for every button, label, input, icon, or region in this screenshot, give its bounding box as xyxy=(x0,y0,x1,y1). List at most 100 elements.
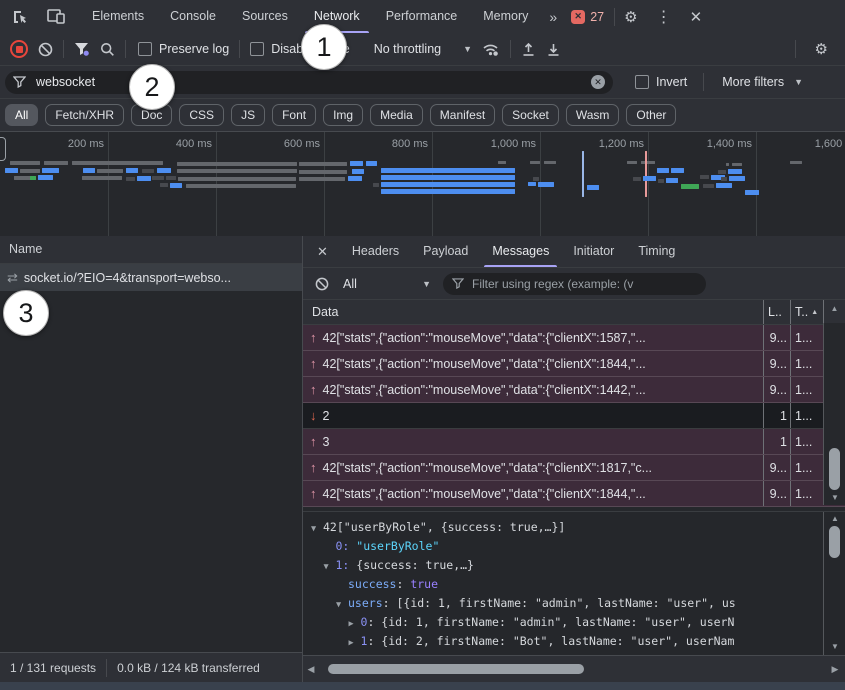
message-row[interactable]: ↑42["stats",{"action":"mouseMove","data"… xyxy=(303,325,845,351)
chip-js[interactable]: JS xyxy=(231,104,265,126)
clear-network-log-icon[interactable] xyxy=(38,42,53,57)
request-row-socketio[interactable]: ⇄ socket.io/?EIO=4&transport=webso... xyxy=(0,264,302,291)
tab-elements[interactable]: Elements xyxy=(79,0,157,33)
kebab-menu-icon[interactable]: ⋮ xyxy=(647,7,681,27)
invert-checkbox[interactable]: Invert xyxy=(635,75,687,89)
network-settings-gear-icon[interactable]: ⚙ xyxy=(806,40,837,58)
chip-media[interactable]: Media xyxy=(370,104,423,126)
tree-line[interactable]: 0: "userByRole" xyxy=(303,537,845,556)
export-har-icon[interactable] xyxy=(546,42,561,57)
tree-line[interactable]: ▶0: {id: 1, firstName: "admin", lastName… xyxy=(303,613,845,632)
messages-vertical-scrollbar[interactable]: ▼ xyxy=(823,323,845,505)
chip-manifest[interactable]: Manifest xyxy=(430,104,495,126)
import-har-icon[interactable] xyxy=(521,42,536,57)
clear-messages-icon[interactable] xyxy=(315,277,329,291)
tab-memory[interactable]: Memory xyxy=(470,0,541,33)
tree-vertical-scrollbar[interactable]: ▲ ▼ xyxy=(823,512,845,656)
inspect-element-icon[interactable] xyxy=(12,9,29,25)
message-row[interactable]: ↑42["stats",{"action":"mouseMove","data"… xyxy=(303,377,845,403)
close-details-icon[interactable]: ✕ xyxy=(303,244,340,260)
chip-img[interactable]: Img xyxy=(323,104,363,126)
message-filter-pill[interactable] xyxy=(443,273,706,295)
close-devtools-icon[interactable]: ✕ xyxy=(681,8,712,26)
settings-gear-icon[interactable]: ⚙ xyxy=(615,8,646,26)
expand-triangle-icon[interactable]: ▶ xyxy=(349,634,361,653)
expand-triangle-icon[interactable]: ▼ xyxy=(311,520,323,539)
horizontal-scrollbar[interactable]: ◀ ▶ xyxy=(303,655,845,682)
message-row[interactable]: ↑42["stats",{"action":"mouseMove","data"… xyxy=(303,481,845,507)
waterfall-bar xyxy=(726,163,729,166)
time-column-header[interactable]: T..▲ xyxy=(790,300,823,324)
filter-input-pill[interactable]: ✕ xyxy=(5,71,613,94)
length-column-header[interactable]: L.. xyxy=(763,300,790,324)
message-type-dropdown[interactable]: All ▼ xyxy=(343,277,431,291)
tab-sources[interactable]: Sources xyxy=(229,0,301,33)
scroll-down-icon[interactable]: ▼ xyxy=(831,493,839,503)
tree-line[interactable]: ▼users: [{id: 1, firstName: "admin", las… xyxy=(303,594,845,613)
details-tab-initiator[interactable]: Initiator xyxy=(561,236,626,267)
details-tab-payload[interactable]: Payload xyxy=(411,236,480,267)
network-overview-timeline[interactable]: 200 ms400 ms600 ms800 ms1,000 ms1,200 ms… xyxy=(0,132,845,237)
websocket-icon: ⇄ xyxy=(7,270,18,286)
message-type-value: All xyxy=(343,277,414,291)
clear-filter-icon[interactable]: ✕ xyxy=(591,75,605,89)
waterfall-bar xyxy=(700,175,709,179)
message-row[interactable]: ↑42["stats",{"action":"mouseMove","data"… xyxy=(303,455,845,481)
chip-all[interactable]: All xyxy=(5,104,38,126)
scroll-up-icon[interactable]: ▲ xyxy=(831,304,839,314)
tree-line[interactable]: ▼1: {success: true,…} xyxy=(303,556,845,575)
preserve-log-checkbox[interactable]: Preserve log xyxy=(138,42,229,56)
waterfall-bar xyxy=(152,176,164,180)
throttling-dropdown[interactable]: No throttling ▼ xyxy=(374,42,472,56)
details-tab-messages[interactable]: Messages xyxy=(480,236,561,267)
waterfall-bar xyxy=(582,151,584,197)
tree-line[interactable]: ▶1: {id: 2, firstName: "Bot", lastName: … xyxy=(303,632,845,651)
error-badge-icon[interactable]: ✕ xyxy=(571,10,585,24)
scroll-left-icon[interactable]: ◀ xyxy=(303,664,319,674)
tab-console[interactable]: Console xyxy=(157,0,229,33)
tree-line[interactable]: ▼42["userByRole", {success: true,…}] xyxy=(303,518,845,537)
chip-socket[interactable]: Socket xyxy=(502,104,559,126)
expand-triangle-icon[interactable]: ▼ xyxy=(336,596,348,615)
details-tab-timing[interactable]: Timing xyxy=(626,236,687,267)
throttling-value: No throttling xyxy=(374,42,441,56)
scrollbar-thumb[interactable] xyxy=(829,526,840,558)
data-column-header[interactable]: Data xyxy=(303,305,763,319)
details-tab-headers[interactable]: Headers xyxy=(340,236,411,267)
expand-triangle-icon[interactable]: ▼ xyxy=(324,558,336,577)
scroll-up-icon[interactable]: ▲ xyxy=(831,514,839,524)
tab-performance[interactable]: Performance xyxy=(373,0,471,33)
message-row[interactable]: ↓211... xyxy=(303,403,845,429)
preserve-log-label: Preserve log xyxy=(159,42,229,56)
message-data-cell: ↑42["stats",{"action":"mouseMove","data"… xyxy=(303,382,763,397)
scrollbar-thumb[interactable] xyxy=(829,448,840,490)
overview-drag-handle[interactable] xyxy=(0,137,6,161)
chip-font[interactable]: Font xyxy=(272,104,316,126)
message-filter-input[interactable] xyxy=(470,276,697,292)
record-network-log-icon[interactable] xyxy=(10,40,28,58)
tree-line[interactable]: success: true xyxy=(303,575,845,594)
device-toolbar-icon[interactable] xyxy=(47,9,65,24)
chip-wasm[interactable]: Wasm xyxy=(566,104,620,126)
name-column-header[interactable]: Name xyxy=(0,236,302,264)
filter-icon[interactable] xyxy=(74,42,90,57)
waterfall-bar xyxy=(728,169,742,174)
scroll-down-icon[interactable]: ▼ xyxy=(831,642,839,652)
network-conditions-icon[interactable] xyxy=(482,41,500,57)
more-filters-dropdown[interactable]: More filters ▼ xyxy=(722,75,803,89)
scrollbar-thumb[interactable] xyxy=(328,664,584,674)
waterfall-bar xyxy=(666,178,678,183)
more-panels-icon[interactable]: » xyxy=(541,9,565,25)
error-count[interactable]: 27 xyxy=(590,10,604,24)
message-row[interactable]: ↑311... xyxy=(303,429,845,455)
chip-other[interactable]: Other xyxy=(626,104,676,126)
scroll-right-icon[interactable]: ▶ xyxy=(827,664,843,674)
filter-input[interactable] xyxy=(34,74,591,90)
chip-fetchxhr[interactable]: Fetch/XHR xyxy=(45,104,124,126)
search-icon[interactable] xyxy=(100,42,115,57)
annotation-marker-3: 3 xyxy=(3,290,49,336)
chip-css[interactable]: CSS xyxy=(179,104,224,126)
message-row[interactable]: ↑42["stats",{"action":"mouseMove","data"… xyxy=(303,351,845,377)
waterfall-bar xyxy=(544,161,556,164)
sent-arrow-icon: ↑ xyxy=(310,434,317,449)
